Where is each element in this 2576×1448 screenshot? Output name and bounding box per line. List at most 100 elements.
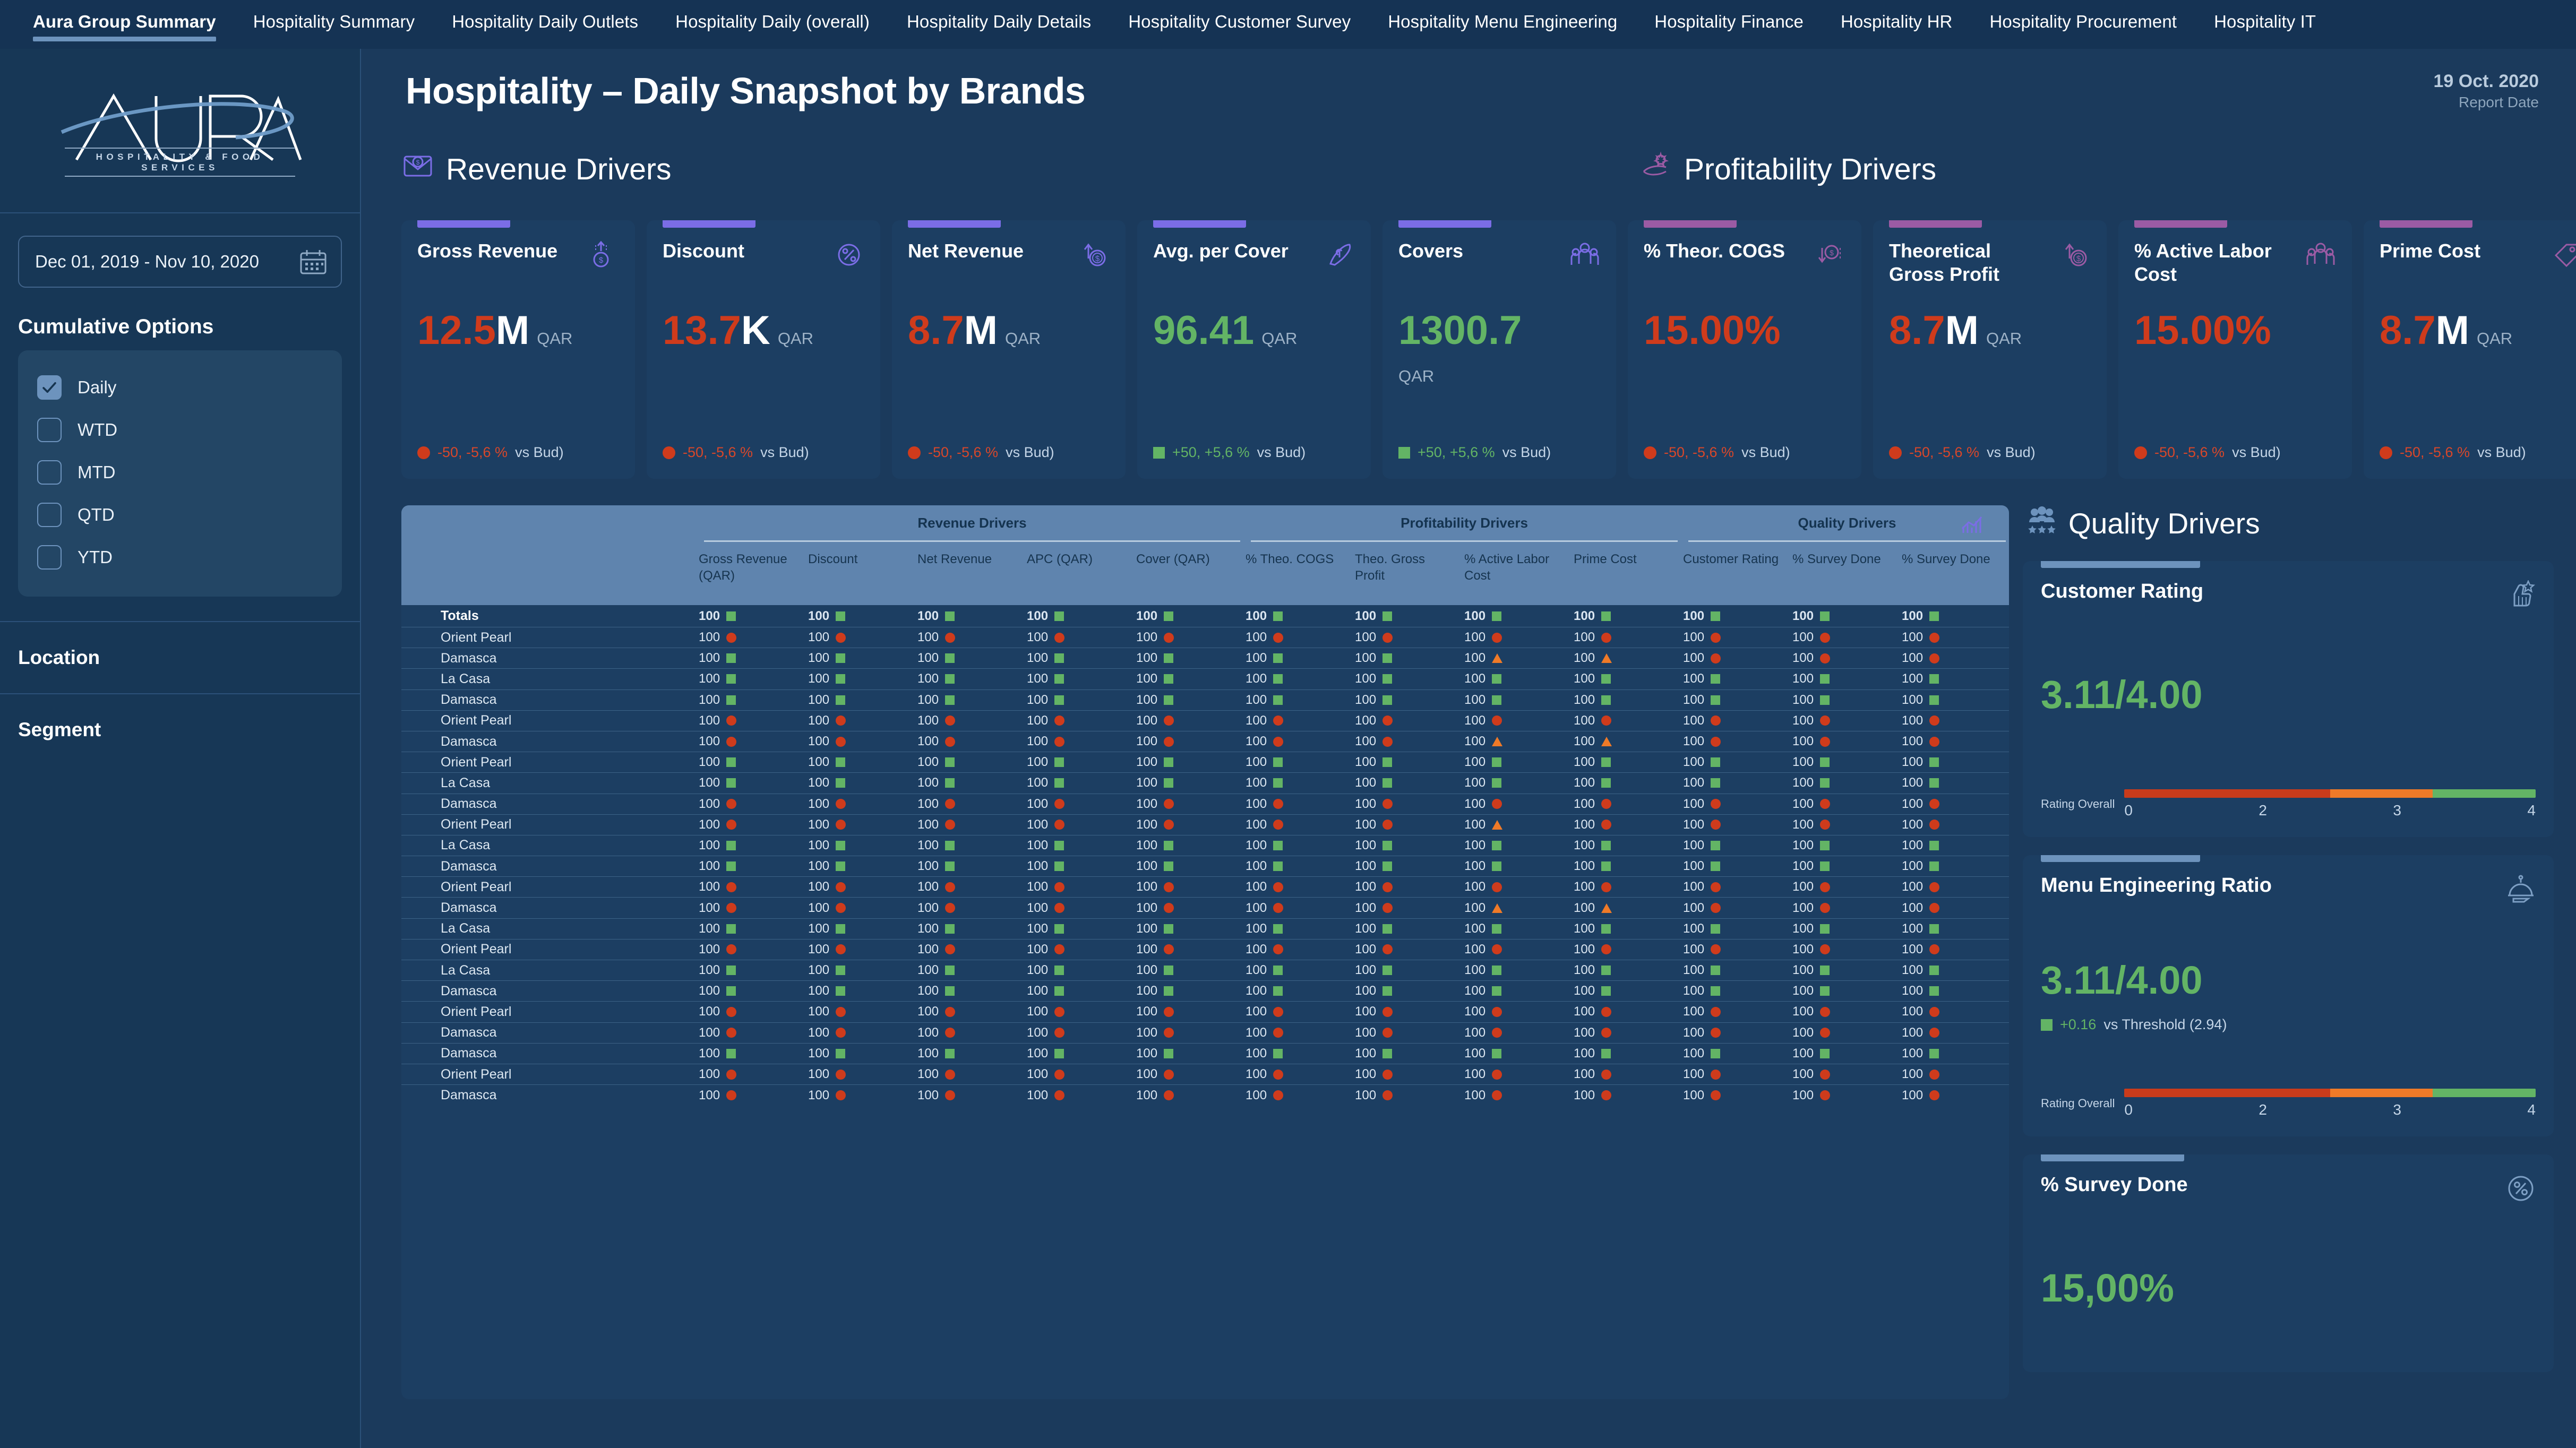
table-cell-value: 100: [808, 1004, 830, 1019]
table-row[interactable]: Damasca 100 100 100 100 100 100 100 100 100 100 100…: [401, 690, 2009, 711]
nav-item-aura-group-summary[interactable]: Aura Group Summary: [33, 12, 235, 47]
nav-item-hospitality-it[interactable]: Hospitality IT: [2214, 12, 2335, 47]
table-column-header[interactable]: Gross Revenue (QAR): [699, 551, 808, 584]
nav-item-hospitality-procurement[interactable]: Hospitality Procurement: [1989, 12, 2196, 47]
status-good-icon: [1164, 924, 1174, 934]
table-row[interactable]: La Casa 100 100 100 100 100 100 100 100 100 100 100…: [401, 669, 2009, 690]
table-column-header[interactable]: Customer Rating: [1683, 551, 1792, 584]
table-column-header[interactable]: % Active Labor Cost: [1464, 551, 1574, 584]
table-row[interactable]: Damasca 100 100 100 100 100 100 100 100 100 100 100…: [401, 856, 2009, 877]
cumulative-option-daily[interactable]: Daily: [18, 366, 342, 409]
table-row[interactable]: Damasca 100 100 100 100 100 100 100 100 100 100 100…: [401, 1023, 2009, 1044]
table-column-header[interactable]: Net Revenue: [917, 551, 1027, 584]
kpi-value: 15.00%: [2134, 308, 2271, 353]
checkbox-mtd[interactable]: [37, 460, 62, 485]
table-column-header[interactable]: Discount: [808, 551, 917, 584]
table-cell-value: 100: [1902, 713, 1924, 728]
nav-item-hospitality-hr[interactable]: Hospitality HR: [1841, 12, 1971, 47]
status-good-icon: [726, 924, 736, 934]
table-row[interactable]: Orient Pearl 100 100 100 100 100 100 100 100 100 1…: [401, 940, 2009, 960]
status-bad-icon: [1054, 799, 1065, 809]
nav-item-hospitality-summary[interactable]: Hospitality Summary: [253, 12, 434, 47]
kpi-title: % Theor. COGS: [1644, 240, 1785, 262]
table-row[interactable]: La Casa 100 100 100 100 100 100 100 100 100 100 100…: [401, 960, 2009, 981]
checkbox-daily[interactable]: [37, 375, 62, 400]
table-cell: 100: [1683, 630, 1792, 645]
filter-section-segment[interactable]: Segment: [0, 693, 360, 765]
table-column-header[interactable]: APC (QAR): [1027, 551, 1136, 584]
table-row-name: Orient Pearl: [441, 817, 512, 832]
table-row[interactable]: Damasca 100 100 100 100 100 100 100 100 100 100 100…: [401, 794, 2009, 815]
table-row[interactable]: La Casa 100 100 100 100 100 100 100 100 100 100 100…: [401, 773, 2009, 794]
table-row[interactable]: Damasca 100 100 100 100 100 100 100 100 100 100 100…: [401, 648, 2009, 669]
table-row[interactable]: La Casa 100 100 100 100 100 100 100 100 100 100 100…: [401, 919, 2009, 940]
table-cell: 100: [1792, 775, 1902, 790]
table-cell-value: 100: [917, 859, 939, 874]
kpi-status-indicator: [1889, 446, 1902, 459]
table-cell: 100: [1355, 797, 1464, 812]
status-good-icon: [1711, 986, 1721, 996]
cumulative-option-qtd[interactable]: QTD: [18, 494, 342, 536]
table-cell-value: 100: [1136, 1046, 1158, 1061]
table-column-header[interactable]: Theo. Gross Profit: [1355, 551, 1464, 584]
table-cell: 100: [1136, 775, 1246, 790]
table-column-header[interactable]: % Survey Done: [1902, 551, 2009, 584]
table-row[interactable]: Orient Pearl 100 100 100 100 100 100 100 100 100 1…: [401, 752, 2009, 773]
table-cell-value: 100: [1136, 1067, 1158, 1082]
nav-item-hospitality-menu-engineering[interactable]: Hospitality Menu Engineering: [1388, 12, 1636, 47]
filter-title: Segment: [18, 719, 101, 740]
quality-rating-scale: Rating Overall 0 2 3 4: [2041, 1089, 2536, 1118]
table-cell: 100: [1027, 880, 1136, 894]
table-cell-value: 100: [1792, 984, 1814, 998]
table-cell-value: 100: [1683, 755, 1705, 770]
checkbox-qtd[interactable]: [37, 503, 62, 527]
checkbox-ytd[interactable]: [37, 545, 62, 570]
table-row[interactable]: Damasca 100 100 100 100 100 100 100 100 100 100 100…: [401, 1085, 2009, 1106]
table-cell: 100: [1464, 859, 1574, 874]
status-good-icon: [836, 924, 846, 934]
table-row[interactable]: Orient Pearl 100 100 100 100 100 100 100 100 100 1…: [401, 627, 2009, 649]
table-cell-value: 100: [1355, 1067, 1377, 1082]
svg-text:$: $: [416, 159, 420, 166]
nav-item-hospitality-daily-details[interactable]: Hospitality Daily Details: [907, 12, 1110, 47]
table-cell-value: 100: [699, 713, 720, 728]
table-column-header[interactable]: % Survey Done: [1792, 551, 1902, 584]
table-row[interactable]: Damasca 100 100 100 100 100 100 100 100 100 100 100…: [401, 981, 2009, 1002]
status-bad-icon: [836, 1006, 846, 1017]
table-row[interactable]: Orient Pearl 100 100 100 100 100 100 100 100 100 1…: [401, 1064, 2009, 1085]
table-totals-row[interactable]: Totals 100 100 100 100 100 100 100 100 100 100 100 1…: [401, 605, 2009, 627]
table-cell-value: 100: [1683, 1067, 1705, 1082]
status-good-icon: [1054, 653, 1064, 663]
table-row[interactable]: Orient Pearl 100 100 100 100 100 100 100 100 100 1…: [401, 877, 2009, 898]
table-cell: 100: [1574, 651, 1683, 666]
table-row[interactable]: Damasca 100 100 100 100 100 100 100 100 100 100 100…: [401, 898, 2009, 919]
table-row-name: Orient Pearl: [441, 942, 512, 957]
filter-section-location[interactable]: Location: [0, 621, 360, 693]
status-bad-icon: [836, 716, 846, 726]
table-column-header[interactable]: Prime Cost: [1574, 551, 1683, 584]
date-range-picker[interactable]: Dec 01, 2019 - Nov 10, 2020: [18, 236, 342, 288]
cumulative-option-wtd[interactable]: WTD: [18, 409, 342, 451]
table-row[interactable]: Orient Pearl 100 100 100 100 100 100 100 100 100 1…: [401, 711, 2009, 731]
table-cell: 100: [1574, 1046, 1683, 1061]
nav-item-hospitality-customer-survey[interactable]: Hospitality Customer Survey: [1128, 12, 1370, 47]
checkbox-wtd[interactable]: [37, 418, 62, 442]
table-row[interactable]: Damasca 100 100 100 100 100 100 100 100 100 100 100…: [401, 1044, 2009, 1064]
nav-item-hospitality-daily-overall[interactable]: Hospitality Daily (overall): [675, 12, 889, 47]
table-column-header[interactable]: % Theo. COGS: [1246, 551, 1355, 584]
table-row[interactable]: Damasca 100 100 100 100 100 100 100 100 100 100 100…: [401, 731, 2009, 753]
table-column-header[interactable]: Cover (QAR): [1136, 551, 1246, 584]
nav-item-hospitality-finance[interactable]: Hospitality Finance: [1654, 12, 1823, 47]
nav-item-hospitality-daily-outlets[interactable]: Hospitality Daily Outlets: [452, 12, 657, 47]
kpi-delta-suffix: vs Bud): [760, 444, 809, 460]
table-row[interactable]: Orient Pearl 100 100 100 100 100 100 100 100 100 1…: [401, 815, 2009, 835]
table-cell: 100: [1464, 713, 1574, 728]
table-cell-value: 100: [808, 1025, 830, 1040]
status-good-icon: [726, 1048, 736, 1058]
table-cell: 100: [1792, 1025, 1902, 1040]
cumulative-option-ytd[interactable]: YTD: [18, 536, 342, 579]
table-row[interactable]: Orient Pearl 100 100 100 100 100 100 100 100 100 1…: [401, 1002, 2009, 1023]
status-bad-icon: [945, 736, 956, 747]
table-row[interactable]: La Casa 100 100 100 100 100 100 100 100 100 100 100…: [401, 835, 2009, 857]
cumulative-option-mtd[interactable]: MTD: [18, 451, 342, 494]
